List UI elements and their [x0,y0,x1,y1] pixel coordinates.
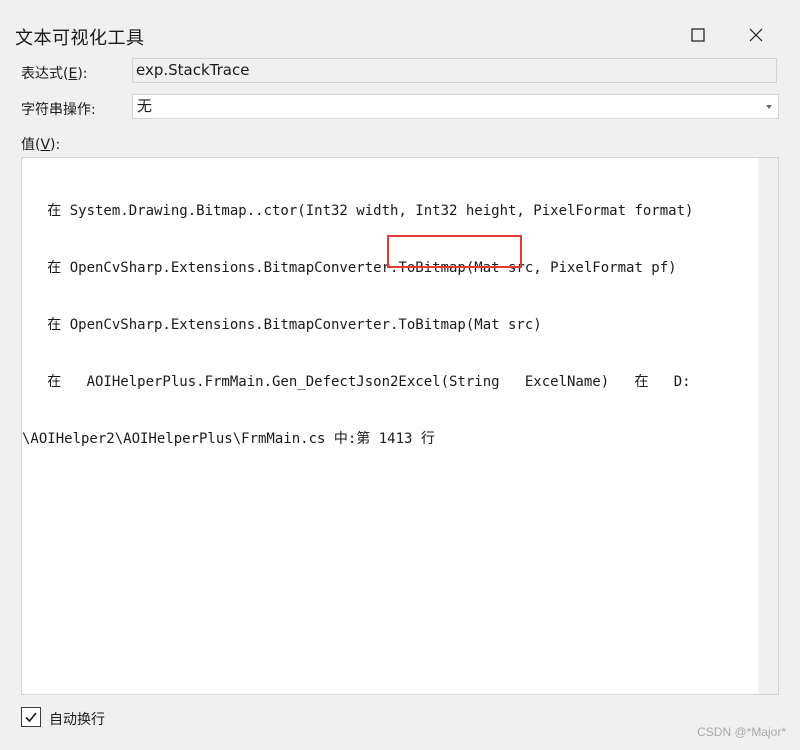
word-wrap-label: 自动换行 [49,712,105,728]
string-operation-label: 字符串操作: [21,102,96,118]
close-icon [749,28,763,42]
string-operation-selected: 无 [137,97,153,115]
chevron-down-icon [766,105,772,109]
expression-label: 表达式(E): [21,66,88,82]
value-textarea[interactable]: 在 System.Drawing.Bitmap..ctor(Int32 widt… [21,157,779,695]
stack-line: 在 System.Drawing.Bitmap..ctor(Int32 widt… [22,203,694,219]
text-visualizer-window: 文本可视化工具 表达式(E): exp.StackTrace 字符串操作: 无 … [0,0,800,750]
expression-value: exp.StackTrace [136,61,250,79]
stack-line: \AOIHelper2\AOIHelperPlus\FrmMain.cs 中:第… [22,431,435,447]
string-operation-select[interactable]: 无 [132,94,779,119]
stack-line: 在 OpenCvSharp.Extensions.BitmapConverter… [22,260,677,276]
stack-line: 在 OpenCvSharp.Extensions.BitmapConverter… [22,317,542,333]
word-wrap-checkbox[interactable] [21,707,41,727]
value-label: 值(V): [21,137,61,153]
checkmark-icon [25,712,37,723]
window-title: 文本可视化工具 [15,28,145,49]
watermark: CSDN @*Major* [697,725,786,739]
vertical-scrollbar[interactable] [758,158,778,694]
maximize-button[interactable] [683,20,713,50]
value-text: 在 System.Drawing.Bitmap..ctor(Int32 widt… [22,164,758,487]
close-button[interactable] [741,20,771,50]
maximize-icon [691,28,705,42]
expression-field[interactable]: exp.StackTrace [132,58,777,83]
stack-line: 在 AOIHelperPlus.FrmMain.Gen_DefectJson2E… [22,374,691,390]
